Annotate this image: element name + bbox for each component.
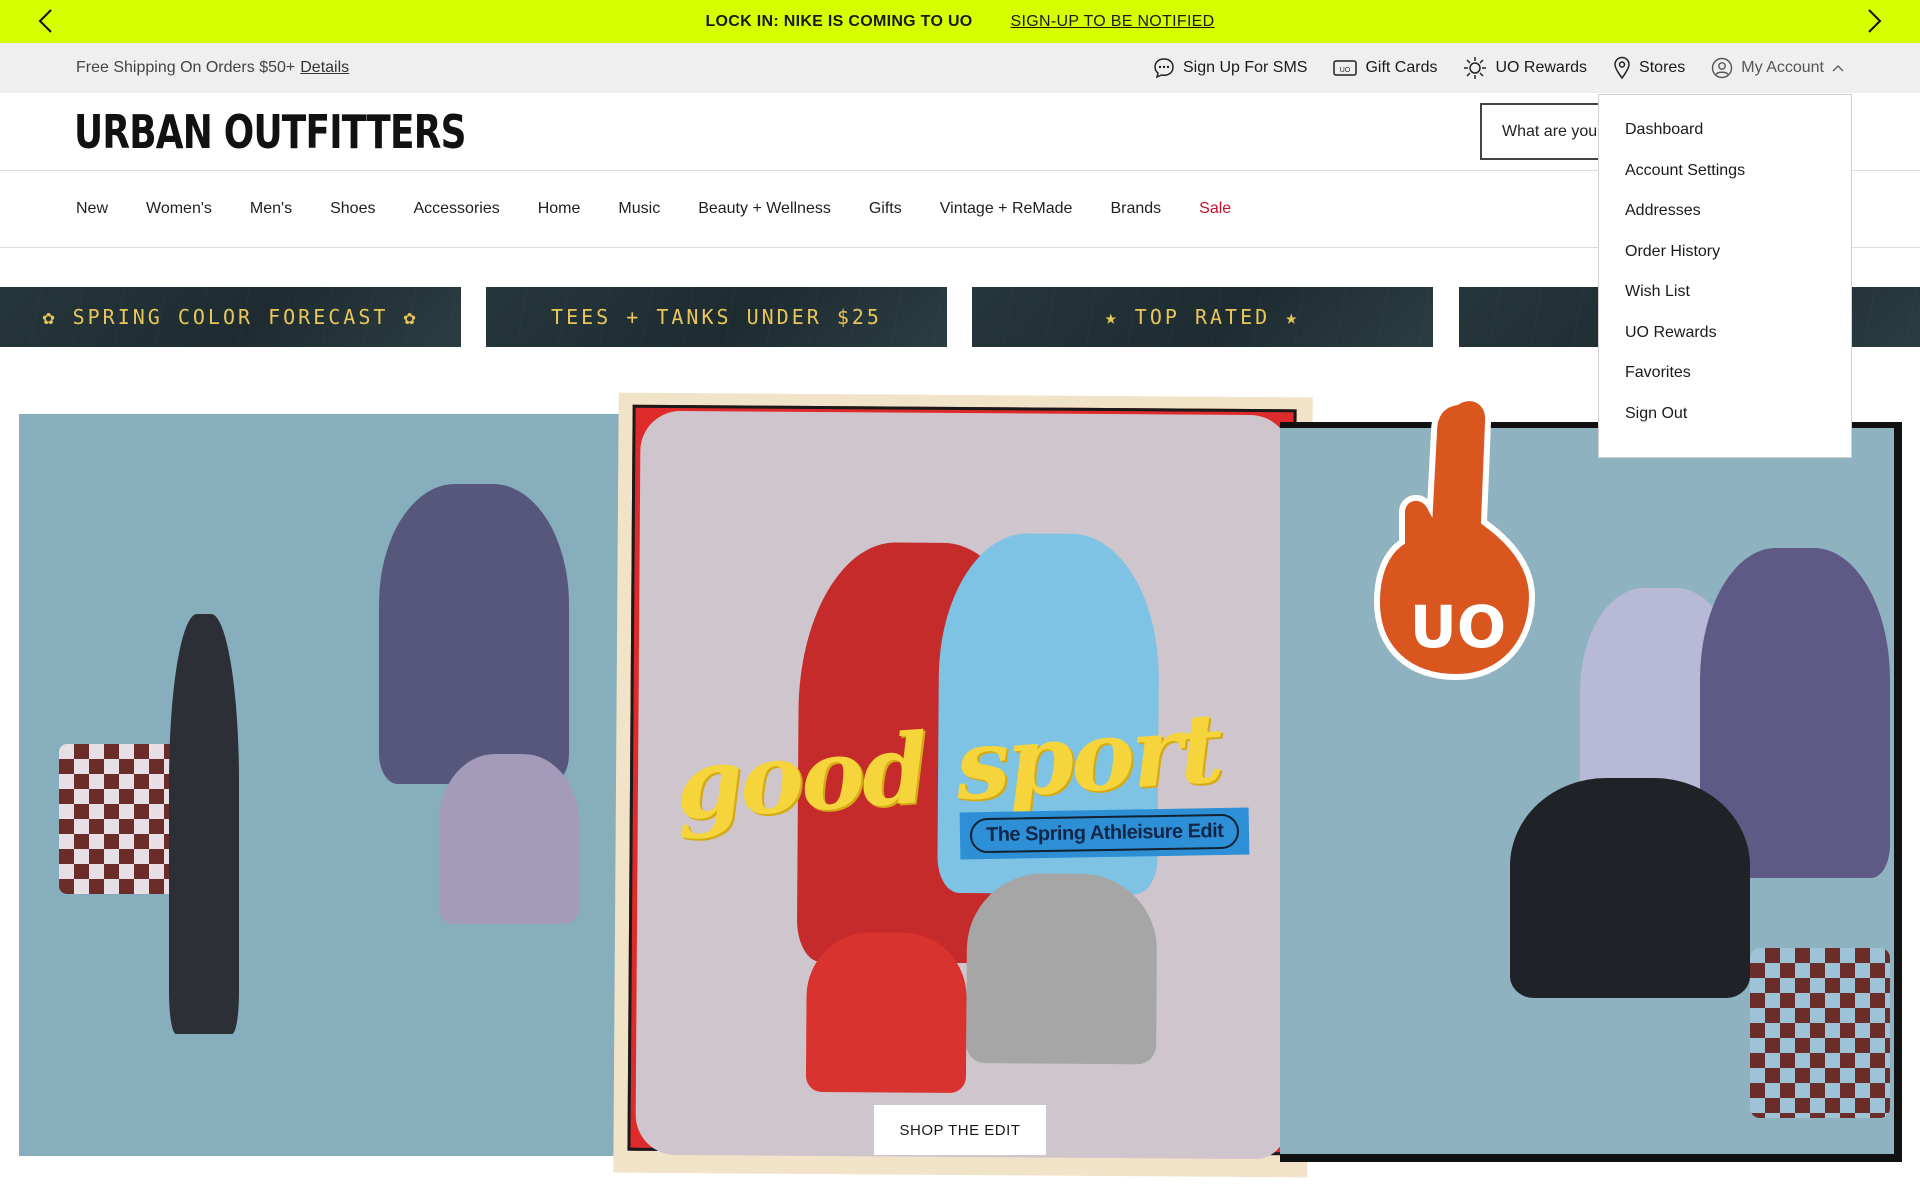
nav-item-new[interactable]: New	[76, 200, 108, 218]
shipping-text: Free Shipping On Orders $50+	[76, 59, 296, 76]
menu-item-addresses[interactable]: Addresses	[1599, 202, 1851, 243]
promo-message: LOCK IN: NIKE IS COMING TO UO	[705, 12, 973, 30]
hero-photo-left	[19, 414, 637, 1156]
hero-badge-text: The Spring Athleisure Edit	[969, 813, 1240, 854]
menu-item-dashboard[interactable]: Dashboard	[1599, 121, 1851, 162]
menu-item-order-history[interactable]: Order History	[1599, 243, 1851, 284]
nav-item-vintage-remade[interactable]: Vintage + ReMade	[940, 200, 1073, 218]
chevron-up-icon	[1832, 64, 1844, 72]
stores-label: Stores	[1639, 59, 1686, 76]
uo-rewards-label: UO Rewards	[1495, 59, 1588, 76]
user-circle-icon	[1711, 57, 1733, 79]
tile-label: TEES + TANKS UNDER $25	[551, 305, 882, 329]
chat-bubble-icon	[1153, 57, 1175, 79]
gift-cards-link[interactable]: UO Gift Cards	[1333, 59, 1437, 77]
shipping-details-link[interactable]: Details	[300, 59, 349, 76]
utility-links: Sign Up For SMS UO Gift Cards UO Rewards…	[1153, 56, 1844, 80]
gift-cards-label: Gift Cards	[1365, 59, 1438, 76]
map-pin-icon	[1613, 56, 1631, 80]
menu-item-uo-rewards[interactable]: UO Rewards	[1599, 324, 1851, 365]
site-logo[interactable]: URBAN OUTFITTERS	[74, 105, 466, 159]
stores-link[interactable]: Stores	[1613, 56, 1685, 80]
sms-signup-label: Sign Up For SMS	[1182, 59, 1308, 76]
utility-bar: Free Shipping On Orders $50+ Details Sign…	[0, 43, 1920, 93]
menu-item-account-settings[interactable]: Account Settings	[1599, 162, 1851, 203]
sms-signup-link[interactable]: Sign Up For SMS	[1153, 57, 1307, 79]
nav-item-womens[interactable]: Women's	[146, 200, 212, 218]
nav-item-brands[interactable]: Brands	[1110, 200, 1161, 218]
tile-label: ✿ SPRING COLOR FORECAST ✿	[42, 305, 419, 329]
svg-text:UO: UO	[1340, 67, 1351, 74]
chevron-right-icon[interactable]	[1860, 6, 1890, 36]
shipping-notice: Free Shipping On Orders $50+ Details	[76, 59, 349, 77]
search-placeholder: What are you	[1502, 122, 1598, 140]
tile-tees-tanks[interactable]: TEES + TANKS UNDER $25	[486, 287, 947, 347]
nav-item-home[interactable]: Home	[538, 200, 581, 218]
uo-rewards-link[interactable]: UO Rewards	[1463, 56, 1587, 80]
menu-item-sign-out[interactable]: Sign Out	[1599, 405, 1851, 446]
nav-item-gifts[interactable]: Gifts	[869, 200, 902, 218]
nav-item-music[interactable]: Music	[618, 200, 660, 218]
shop-the-edit-button[interactable]: SHOP THE EDIT	[874, 1105, 1046, 1155]
account-dropdown-menu: Dashboard Account Settings Addresses Ord…	[1598, 94, 1852, 458]
tile-top-rated[interactable]: ★ TOP RATED ★	[972, 287, 1433, 347]
tile-label: ★ TOP RATED ★	[1104, 305, 1301, 329]
promo-bar: LOCK IN: NIKE IS COMING TO UO SIGN-UP TO…	[0, 0, 1920, 43]
foam-finger-text: UO	[1410, 593, 1506, 661]
sun-icon	[1463, 56, 1487, 80]
my-account-label: My Account	[1741, 59, 1824, 76]
nav-item-sale[interactable]: Sale	[1199, 200, 1231, 218]
tile-spring-color-forecast[interactable]: ✿ SPRING COLOR FORECAST ✿	[0, 287, 461, 347]
nav-item-accessories[interactable]: Accessories	[413, 200, 499, 218]
gift-card-icon: UO	[1333, 59, 1358, 77]
nav-item-shoes[interactable]: Shoes	[330, 200, 375, 218]
hero-badge: The Spring Athleisure Edit	[959, 807, 1250, 860]
menu-item-favorites[interactable]: Favorites	[1599, 364, 1851, 405]
my-account-toggle[interactable]: My Account	[1711, 57, 1844, 79]
menu-item-wish-list[interactable]: Wish List	[1599, 283, 1851, 324]
hero-banner[interactable]: UO good sport The Spring Athleisure Edit…	[0, 380, 1920, 1200]
foam-finger-icon: UO	[1362, 392, 1542, 682]
chevron-left-icon[interactable]	[30, 6, 60, 36]
nav-item-beauty-wellness[interactable]: Beauty + Wellness	[698, 200, 831, 218]
promo-signup-link[interactable]: SIGN-UP TO BE NOTIFIED	[1011, 13, 1215, 31]
nav-item-mens[interactable]: Men's	[250, 200, 292, 218]
